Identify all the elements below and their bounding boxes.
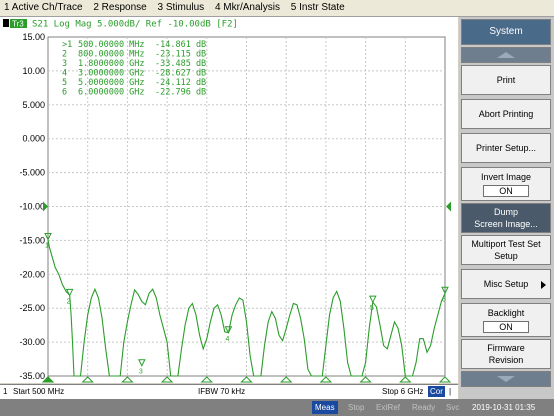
channel-number: 1: [3, 387, 8, 396]
y-tick-label: -30.00: [19, 337, 45, 347]
backlight-value: ON: [483, 321, 529, 333]
marker-flag-label: 1: [45, 242, 49, 249]
printer-setup-button[interactable]: Printer Setup...: [461, 133, 551, 163]
marker-value: -22.796 dB: [155, 88, 206, 98]
y-tick-label: -20.00: [19, 269, 45, 279]
marker-flag-3[interactable]: [138, 359, 146, 367]
menu-item-stimulus[interactable]: 3 Stimulus: [158, 2, 205, 13]
y-tick-label: 10.00: [22, 66, 45, 76]
menu-item-active-ch-trace[interactable]: 1 Active Ch/Trace: [4, 2, 83, 13]
ref-level-marker-left: [43, 201, 48, 212]
y-tick-label: -35.00: [19, 371, 45, 381]
chevron-up-icon: [497, 52, 515, 58]
marker-flag-label: 6: [442, 296, 446, 303]
y-tick-label: -10.00: [19, 202, 45, 212]
x-tick-marker: [121, 376, 134, 383]
footer-ready: Ready: [412, 403, 436, 412]
marker-flag-label: 5: [370, 305, 374, 312]
x-tick-marker: [279, 376, 293, 383]
marker-frequency: 3.0000000 GHz: [78, 69, 145, 79]
marker-flag-label: 2: [67, 298, 71, 305]
x-tick-marker: [438, 376, 452, 383]
backlight-button[interactable]: Backlight ON: [461, 303, 551, 337]
marker-frequency: 500.00000 MHz: [78, 40, 145, 50]
marker-value: -14.861 dB: [155, 40, 206, 50]
firmware-revision-button[interactable]: Firmware Revision: [461, 339, 551, 369]
footer-datetime: 2019-10-31 01:35: [472, 403, 536, 412]
menu-item-instr-state[interactable]: 5 Instr State: [291, 2, 345, 13]
marker-id: 3: [62, 59, 67, 69]
y-tick-label: -5.000: [19, 168, 45, 178]
invert-image-button[interactable]: Invert Image ON: [461, 167, 551, 201]
menu-item-mkr-analysis[interactable]: 4 Mkr/Analysis: [215, 2, 280, 13]
softkey-title-system: System: [461, 19, 551, 45]
footer-bar: Meas Stop ExtRef Ready Svc 2019-10-31 01…: [0, 399, 554, 416]
marker-value: -28.627 dB: [155, 69, 206, 79]
scroll-up-button[interactable]: [461, 47, 551, 63]
marker-frequency: 800.00000 MHz: [78, 50, 145, 60]
y-tick-label: -25.00: [19, 303, 45, 313]
chart-area: 15.00 10.00 5.000 0.000 -5.000 -10.00 -15.00 -2…: [0, 17, 458, 383]
x-tick-marker: [319, 376, 333, 383]
multiport-test-set-setup-button[interactable]: Multiport Test Set Setup: [461, 235, 551, 265]
menu-bar: 1 Active Ch/Trace 2 Response 3 Stimulus …: [0, 0, 554, 17]
marker-frequency: 1.8000000 GHz: [78, 59, 145, 69]
softkey-panel: System Print Abort Printing Printer Setu…: [459, 17, 554, 399]
footer-stop: Stop: [348, 403, 365, 412]
scroll-down-button[interactable]: [461, 371, 551, 387]
x-tick-marker: [399, 376, 412, 383]
y-tick-labels: 15.00 10.00 5.000 0.000 -5.000 -10.00 -15.00 -2…: [19, 32, 45, 381]
menu-item-response[interactable]: 2 Response: [93, 2, 146, 13]
x-tick-marker: [200, 376, 214, 383]
y-tick-label: 15.00: [22, 32, 45, 42]
status-bar: 1 Start 500 MHz IFBW 70 kHz Stop 6 GHz C…: [0, 384, 458, 399]
marker-flag-label: 4: [225, 336, 229, 343]
trace-header-text: S21 Log Mag 5.000dB/ Ref -10.00dB [F2]: [32, 20, 238, 30]
marker-value: -23.115 dB: [155, 50, 206, 60]
marker-flag-label: 3: [139, 369, 143, 376]
correction-badge: Cor: [428, 386, 445, 397]
marker-id: 6: [62, 88, 67, 98]
trace-chart: 15.00 10.00 5.000 0.000 -5.000 -10.00 -15.00 -2…: [3, 19, 452, 383]
ref-level-marker-right: [446, 201, 451, 212]
dump-screen-image-button[interactable]: Dump Screen Image...: [461, 203, 551, 233]
stop-frequency[interactable]: Stop 6 GHz: [382, 385, 423, 399]
marker-frequency: 6.0000000 GHz: [78, 88, 145, 98]
y-tick-label: 5.000: [22, 100, 45, 110]
trace-active-arrow: [3, 19, 9, 27]
x-tick-marker: [160, 376, 174, 383]
status-divider: |: [449, 387, 452, 396]
submenu-arrow-icon: [541, 281, 546, 289]
trace-header: Tr3 S21 Log Mag 5.000dB/ Ref -10.00dB [F…: [3, 19, 238, 30]
x-tick-marker: [240, 376, 253, 383]
marker-table: >1 500.00000 MHz -14.861 dB2 800.00000 MHz -…: [62, 40, 206, 98]
misc-setup-button[interactable]: Misc Setup: [461, 269, 551, 299]
trace-id: Tr3: [12, 20, 24, 29]
marker-id: 4: [62, 69, 67, 79]
ifbw-value[interactable]: IFBW 70 kHz: [198, 385, 245, 399]
footer-meas: Meas: [312, 401, 338, 414]
print-button[interactable]: Print: [461, 65, 551, 95]
marker-id: 5: [62, 78, 67, 88]
x-tick-marker: [359, 376, 372, 383]
marker-id: >1: [62, 40, 72, 50]
footer-svc: Svc: [446, 403, 460, 412]
marker-flag-5[interactable]: [369, 295, 377, 304]
x-tick-marker: [81, 376, 94, 383]
x-tick-markers: [41, 376, 452, 383]
footer-extref: ExtRef: [376, 403, 401, 412]
y-tick-label: -15.00: [19, 235, 45, 245]
marker-id: 2: [62, 50, 67, 60]
invert-image-value: ON: [483, 185, 529, 197]
start-frequency[interactable]: Start 500 MHz: [13, 385, 64, 399]
chevron-down-icon: [497, 376, 515, 382]
marker-value: -24.112 dB: [155, 78, 206, 88]
marker-value: -33.485 dB: [155, 59, 206, 69]
marker-frequency: 5.0000000 GHz: [78, 78, 145, 88]
abort-printing-button[interactable]: Abort Printing: [461, 99, 551, 129]
y-tick-label: 0.000: [22, 134, 45, 144]
